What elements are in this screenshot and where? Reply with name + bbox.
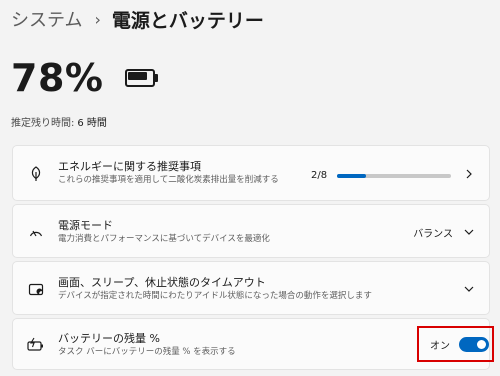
battery-icon	[125, 69, 159, 87]
toggle-knob	[477, 339, 486, 349]
breadcrumb-separator: ›	[94, 9, 101, 29]
energy-recommendations-title: エネルギーに関する推奨事項	[58, 160, 201, 173]
power-mode-card: 電源モード 電力消費とパフォーマンスに基づいてデバイスを最適化 バランス	[12, 204, 490, 258]
leaf-icon	[27, 165, 45, 183]
remaining-time-label: 推定残り時間:	[11, 118, 75, 129]
battery-charging-icon	[27, 336, 45, 354]
screen-sleep-icon	[27, 281, 45, 299]
toggle-state-label: オン	[430, 340, 450, 352]
battery-percent-toggle[interactable]	[459, 336, 489, 352]
chevron-down-icon[interactable]	[463, 283, 475, 295]
energy-progress-label: 2/8	[311, 170, 328, 181]
breadcrumb-parent-system[interactable]: システム	[11, 6, 82, 32]
page-title: 電源とバッテリー	[111, 9, 264, 32]
energy-progress-bar	[337, 173, 451, 178]
battery-percent-subtitle: タスク バーにバッテリーの残量 % を表示する	[58, 347, 236, 357]
battery-percent: 78%	[11, 56, 104, 100]
screen-sleep-card[interactable]: 画面、スリープ、休止状態のタイムアウト デバイスが指定された時間にわたりアイドル…	[12, 261, 490, 315]
energy-progress: 2/8	[311, 170, 451, 181]
remaining-time: 推定残り時間: 6 時間	[11, 114, 107, 129]
energy-recommendations-card[interactable]: エネルギーに関する推奨事項 これらの推奨事項を適用して二酸化炭素排出量を削減する…	[12, 145, 490, 201]
screen-sleep-subtitle: デバイスが指定された時間にわたりアイドル状態になった場合の動作を選択します	[58, 291, 372, 301]
chevron-down-icon[interactable]	[463, 226, 475, 238]
battery-summary: 78%	[11, 54, 159, 102]
power-mode-dropdown[interactable]: バランス	[413, 225, 453, 240]
battery-percent-title: バッテリーの残量 %	[58, 332, 160, 345]
energy-recommendations-subtitle: これらの推奨事項を適用して二酸化炭素排出量を削減する	[58, 175, 279, 185]
remaining-time-value: 6 時間	[77, 118, 107, 129]
battery-percent-card: バッテリーの残量 % タスク バーにバッテリーの残量 % を表示する オン	[12, 318, 494, 370]
power-mode-gauge-icon	[27, 224, 45, 242]
screen-sleep-title: 画面、スリープ、休止状態のタイムアウト	[58, 276, 266, 289]
chevron-right-icon	[466, 169, 472, 179]
power-mode-subtitle: 電力消費とパフォーマンスに基づいてデバイスを最適化	[58, 234, 270, 244]
breadcrumb: システム › 電源とバッテリー	[11, 6, 264, 32]
highlighted-toggle-region: オン	[417, 326, 494, 362]
power-mode-title: 電源モード	[58, 219, 113, 232]
